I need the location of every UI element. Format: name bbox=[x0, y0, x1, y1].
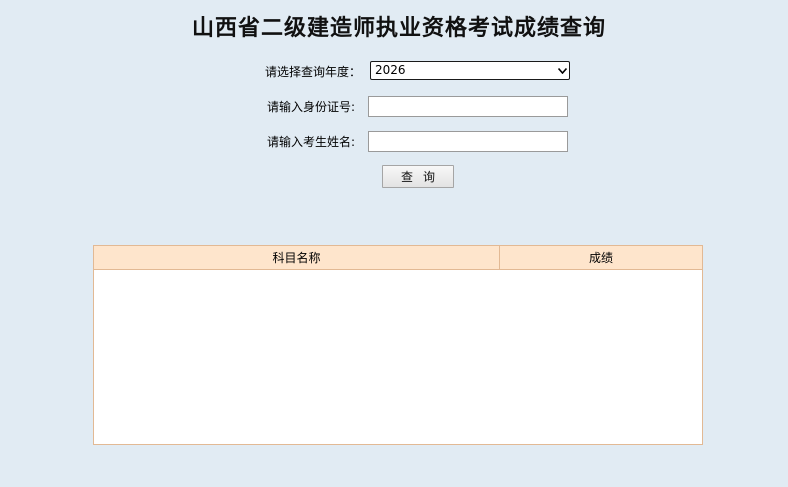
results-table-header: 科目名称 成绩 bbox=[94, 246, 702, 270]
year-row: 请选择查询年度： bbox=[265, 60, 361, 82]
name-label: 请输入考生姓名: bbox=[267, 134, 356, 149]
id-number-input[interactable] bbox=[368, 96, 568, 117]
column-header-subject: 科目名称 bbox=[94, 246, 500, 269]
page-title: 山西省二级建造师执业资格考试成绩查询 bbox=[191, 15, 606, 41]
year-select-value: 2026 bbox=[375, 63, 406, 77]
column-header-score: 成绩 bbox=[588, 251, 613, 265]
query-button[interactable]: 查询 bbox=[382, 165, 454, 188]
year-select[interactable]: 2026 bbox=[370, 61, 570, 80]
candidate-name-input[interactable] bbox=[368, 131, 568, 152]
results-table-body bbox=[94, 270, 702, 445]
id-row: 请输入身份证号: bbox=[267, 95, 355, 117]
id-label: 请输入身份证号: bbox=[267, 99, 356, 114]
name-row: 请输入考生姓名: bbox=[267, 130, 355, 152]
chevron-down-icon bbox=[555, 62, 569, 79]
year-label: 请选择查询年度： bbox=[265, 64, 362, 79]
results-table: 科目名称 成绩 bbox=[93, 245, 703, 445]
